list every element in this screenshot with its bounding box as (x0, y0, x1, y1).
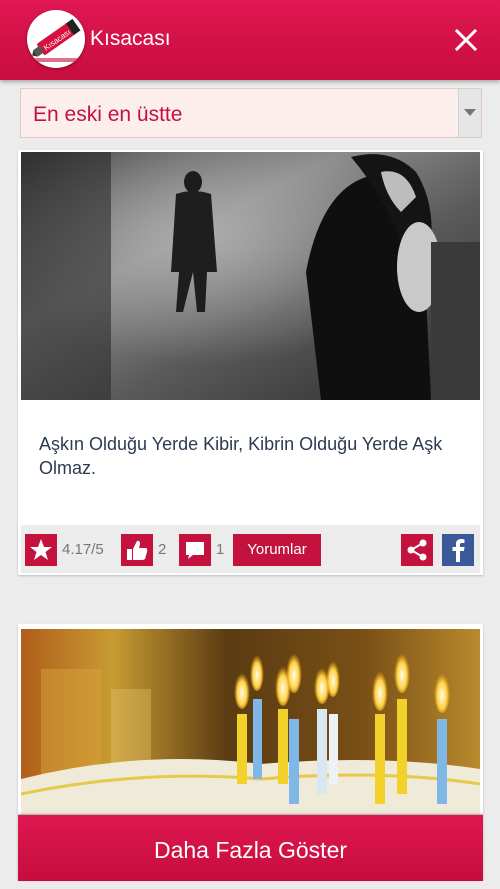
caret-down-icon (464, 109, 476, 116)
speech-bubble-icon (186, 542, 204, 559)
post-card: Aşkın Olduğu Yerde Kibir, Kibrin Olduğu … (18, 150, 483, 575)
star-icon (30, 539, 52, 560)
comment-count: 1 (216, 541, 225, 558)
comment-button[interactable] (179, 534, 211, 566)
comments-button[interactable]: Yorumlar (233, 534, 321, 566)
sort-dropdown[interactable]: En eski en üstte (20, 88, 482, 138)
app-title: Kısacası (90, 27, 171, 50)
marker-logo-icon: Kısacası (32, 18, 81, 62)
app-logo[interactable]: Kısacası (27, 10, 85, 68)
post-image[interactable] (21, 152, 480, 400)
facebook-share-button[interactable] (442, 534, 474, 566)
post-actions-bar: 4.17/5 2 1 Yorumlar (21, 525, 480, 573)
like-button[interactable] (121, 534, 153, 566)
show-more-button[interactable]: Daha Fazla Göster (18, 815, 483, 881)
post-card (18, 624, 483, 814)
app-bar: Kısacası Kısacası (0, 0, 500, 80)
rating-button[interactable] (25, 534, 57, 566)
post-text: Aşkın Olduğu Yerde Kibir, Kibrin Olduğu … (39, 434, 443, 478)
post-image[interactable] (21, 629, 480, 814)
share-button[interactable] (401, 534, 433, 566)
sad-couple-photo (21, 152, 480, 400)
thumbs-up-icon (127, 540, 148, 560)
rating-value: 4.17/5 (62, 541, 104, 558)
birthday-candles-photo (21, 629, 480, 814)
like-count: 2 (158, 541, 167, 558)
close-button[interactable] (448, 22, 484, 58)
share-icon (407, 539, 427, 561)
dropdown-toggle[interactable] (458, 89, 481, 137)
close-icon (454, 28, 478, 52)
sort-selected-value: En eski en üstte (33, 103, 183, 126)
facebook-icon (452, 539, 465, 562)
